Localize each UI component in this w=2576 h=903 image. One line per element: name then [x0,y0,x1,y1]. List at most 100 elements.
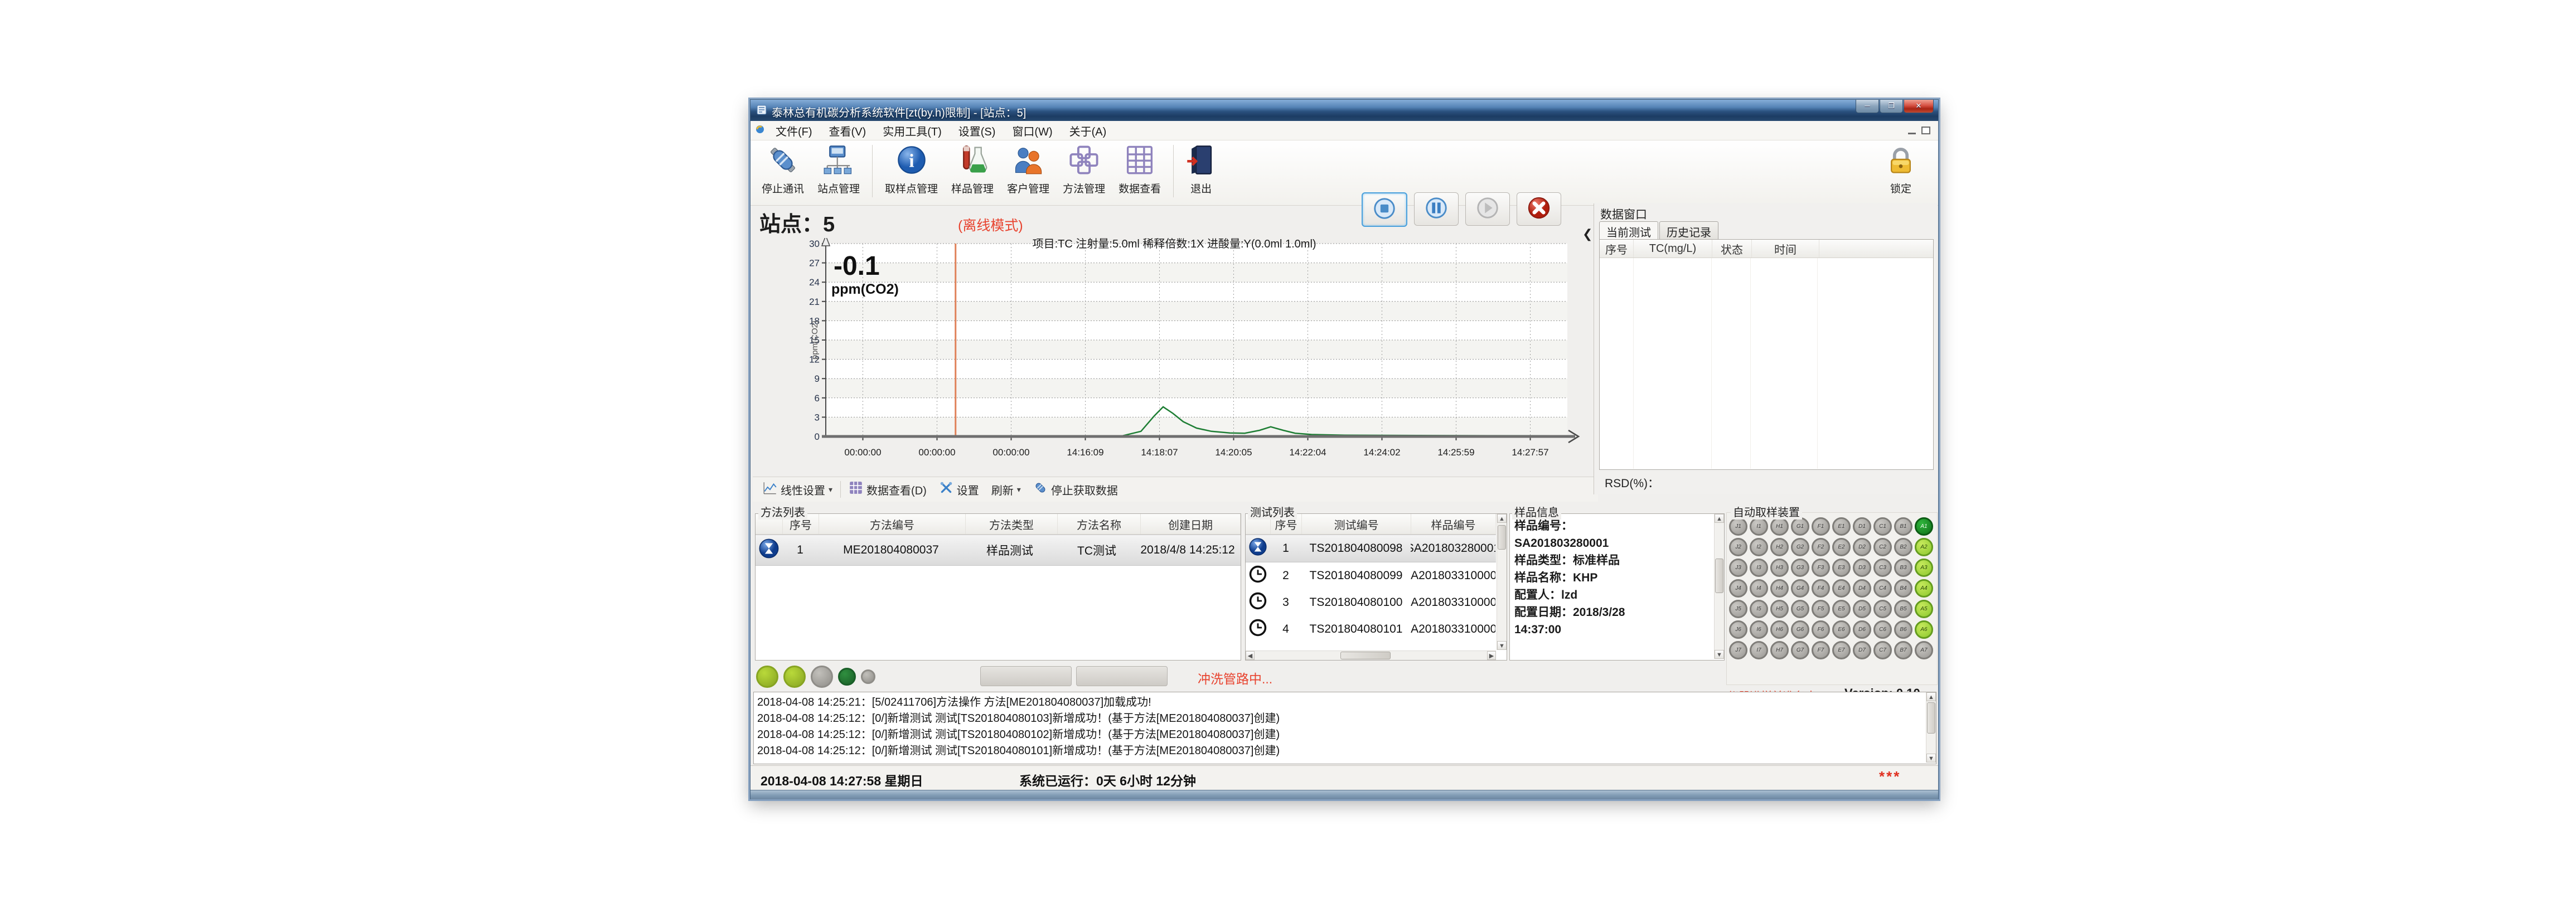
sampler-well-B4[interactable]: B4 [1894,579,1912,598]
sampler-well-F3[interactable]: F3 [1812,559,1830,577]
toolbar-button-2[interactable]: 站点管理 [811,143,866,198]
sampler-well-H7[interactable]: H7 [1770,641,1789,659]
sampler-well-H3[interactable]: H3 [1770,559,1789,577]
sampler-well-B6[interactable]: B6 [1894,620,1912,639]
menu-item-5[interactable]: 窗口(W) [1004,122,1061,140]
sampler-well-F7[interactable]: F7 [1812,641,1830,659]
scroll-up-icon[interactable]: ▲ [1926,692,1936,701]
test-row[interactable]: 1TS201804080098SA201803280001 [1246,535,1496,562]
sampler-well-I3[interactable]: I3 [1750,559,1768,577]
sampler-well-G2[interactable]: G2 [1791,538,1809,556]
sampler-well-J6[interactable]: J6 [1729,620,1747,639]
sampler-well-E7[interactable]: E7 [1832,641,1851,659]
sampler-well-B3[interactable]: B3 [1894,559,1912,577]
sampler-well-A3[interactable]: A3 [1915,559,1933,577]
sampler-well-G3[interactable]: G3 [1791,559,1809,577]
sampler-well-D1[interactable]: D1 [1853,517,1871,536]
sampler-well-E4[interactable]: E4 [1832,579,1851,598]
sampler-well-J3[interactable]: J3 [1729,559,1747,577]
toolbar-button-1[interactable]: 停止通讯 [755,143,811,198]
sampler-well-E5[interactable]: E5 [1832,600,1851,618]
sampler-well-I1[interactable]: I1 [1750,517,1768,536]
scroll-up-icon[interactable]: ▲ [1497,514,1507,523]
toolbar-button-8[interactable]: 退出 [1179,143,1223,198]
chart-tool-1[interactable]: 线性设置▾ [758,480,837,498]
sampler-well-J4[interactable]: J4 [1729,579,1747,598]
sampler-well-G7[interactable]: G7 [1791,641,1809,659]
sampler-well-I5[interactable]: I5 [1750,600,1768,618]
play-run-button[interactable] [1465,192,1510,226]
sampler-well-C7[interactable]: C7 [1873,641,1892,659]
sampler-well-J2[interactable]: J2 [1729,538,1747,556]
sampler-well-D4[interactable]: D4 [1853,579,1871,598]
toolbar-button-6[interactable]: 方法管理 [1056,143,1112,198]
scroll-down-icon[interactable]: ▼ [1497,641,1507,650]
scroll-up-icon[interactable]: ▲ [1715,514,1724,523]
sampler-well-J1[interactable]: J1 [1729,517,1747,536]
sampler-well-A7[interactable]: A7 [1915,641,1933,659]
sampler-well-C2[interactable]: C2 [1873,538,1892,556]
sampler-well-F4[interactable]: F4 [1812,579,1830,598]
sampler-well-D2[interactable]: D2 [1853,538,1871,556]
minimize-button[interactable]: ─ [1856,100,1879,113]
sampler-well-A4[interactable]: A4 [1915,579,1933,598]
lock-button[interactable]: 锁定 [1879,143,1923,198]
sampler-well-H6[interactable]: H6 [1770,620,1789,639]
sampler-well-F6[interactable]: F6 [1812,620,1830,639]
sampler-well-B5[interactable]: B5 [1894,600,1912,618]
sampler-well-I4[interactable]: I4 [1750,579,1768,598]
maximize-button[interactable]: ❐ [1880,100,1903,113]
sampler-well-A5[interactable]: A5 [1915,600,1933,618]
sampler-well-A6[interactable]: A6 [1915,620,1933,639]
sampler-well-E2[interactable]: E2 [1832,538,1851,556]
toolbar-button-7[interactable]: 数据查看 [1112,143,1168,198]
sampler-well-C4[interactable]: C4 [1873,579,1892,598]
sampler-well-J7[interactable]: J7 [1729,641,1747,659]
sampler-well-C6[interactable]: C6 [1873,620,1892,639]
test-row[interactable]: 4TS201804080101SA2018033100002 [1246,616,1496,643]
sampler-well-C5[interactable]: C5 [1873,600,1892,618]
sampler-well-C3[interactable]: C3 [1873,559,1892,577]
menu-item-4[interactable]: 设置(S) [950,122,1004,140]
sampler-well-E6[interactable]: E6 [1832,620,1851,639]
mdi-restore-icon[interactable] [1921,127,1930,134]
method-row[interactable]: 1ME201804080037样品测试TC测试2018/4/8 14:25:12 [756,535,1241,566]
scroll-left-icon[interactable]: ◀ [1246,651,1255,660]
sampler-well-F5[interactable]: F5 [1812,600,1830,618]
test-hscroll-thumb[interactable] [1340,652,1391,659]
sampler-well-H5[interactable]: H5 [1770,600,1789,618]
sample-info-scroll-thumb[interactable] [1715,559,1723,593]
sampler-well-B2[interactable]: B2 [1894,538,1912,556]
mdi-minimize-icon[interactable] [1908,133,1916,134]
sampler-well-G1[interactable]: G1 [1791,517,1809,536]
menu-item-1[interactable]: 文件(F) [767,122,821,140]
title-bar[interactable]: 泰林总有机碳分析系统软件[zt(by.h)限制] - [站点：5] ─ ❐ ✕ [750,100,1938,121]
sampler-well-H1[interactable]: H1 [1770,517,1789,536]
chart-tool-3[interactable]: 设置 [934,480,984,498]
sampler-well-I2[interactable]: I2 [1750,538,1768,556]
menu-item-3[interactable]: 实用工具(T) [874,122,950,140]
chart-tool-5[interactable]: 停止获取数据 [1029,480,1122,498]
chart-tool-2[interactable]: 数据查看(D) [844,480,931,498]
sampler-well-F2[interactable]: F2 [1812,538,1830,556]
log-scrollbar[interactable]: ▲▼ [1926,692,1936,763]
scroll-down-icon[interactable]: ▼ [1715,650,1724,659]
pause-run-button[interactable] [1414,192,1459,226]
test-vscrollbar[interactable]: ▲▼ [1497,514,1507,650]
sampler-well-A1[interactable]: A1 [1915,517,1933,536]
log-scroll-thumb[interactable] [1927,702,1935,734]
menu-item-6[interactable]: 关于(A) [1061,122,1115,140]
sampler-well-I7[interactable]: I7 [1750,641,1768,659]
chart-tool-4[interactable]: 刷新▾ [987,482,1025,498]
sampler-well-D6[interactable]: D6 [1853,620,1871,639]
sampler-well-F1[interactable]: F1 [1812,517,1830,536]
scroll-right-icon[interactable]: ▶ [1487,651,1496,660]
sampler-well-B1[interactable]: B1 [1894,517,1912,536]
sampler-well-H2[interactable]: H2 [1770,538,1789,556]
sampler-well-A2[interactable]: A2 [1915,538,1933,556]
sampler-well-G6[interactable]: G6 [1791,620,1809,639]
sampler-well-D5[interactable]: D5 [1853,600,1871,618]
sampler-well-J5[interactable]: J5 [1729,600,1747,618]
sampler-well-H4[interactable]: H4 [1770,579,1789,598]
sampler-well-E3[interactable]: E3 [1832,559,1851,577]
